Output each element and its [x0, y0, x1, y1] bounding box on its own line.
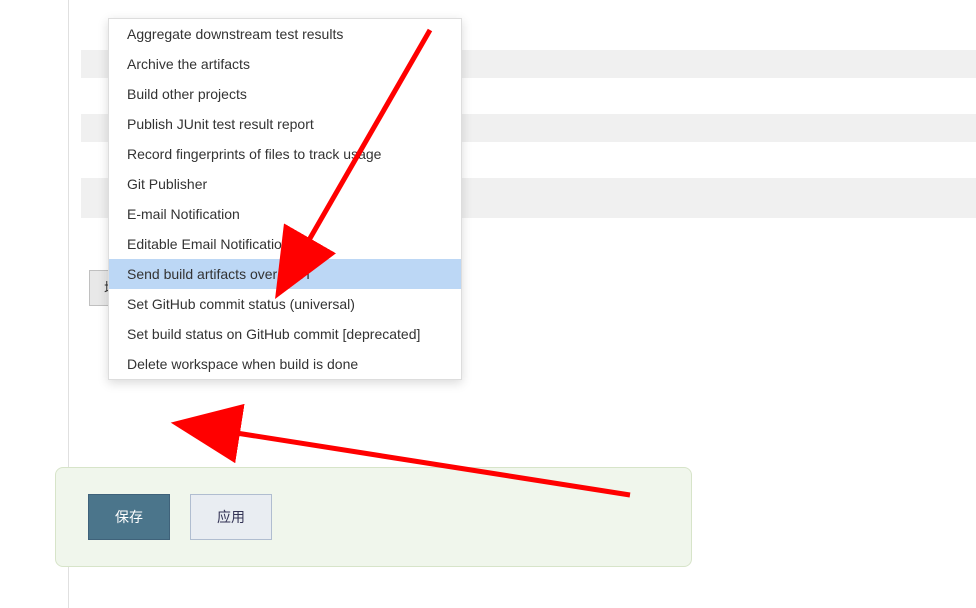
menu-item[interactable]: Set GitHub commit status (universal)	[109, 289, 461, 319]
menu-item[interactable]: Send build artifacts over SSH	[109, 259, 461, 289]
menu-item[interactable]: Set build status on GitHub commit [depre…	[109, 319, 461, 349]
post-build-actions-menu[interactable]: Aggregate downstream test resultsArchive…	[108, 18, 462, 380]
menu-item[interactable]: Aggregate downstream test results	[109, 19, 461, 49]
menu-item[interactable]: E-mail Notification	[109, 199, 461, 229]
footer-action-box: 保存 应用	[55, 467, 692, 567]
menu-item[interactable]: Delete workspace when build is done	[109, 349, 461, 379]
menu-item[interactable]: Archive the artifacts	[109, 49, 461, 79]
menu-item[interactable]: Record fingerprints of files to track us…	[109, 139, 461, 169]
save-button[interactable]: 保存	[88, 494, 170, 540]
menu-item[interactable]: Editable Email Notification	[109, 229, 461, 259]
menu-item[interactable]: Publish JUnit test result report	[109, 109, 461, 139]
menu-item[interactable]: Build other projects	[109, 79, 461, 109]
apply-button[interactable]: 应用	[190, 494, 272, 540]
menu-item[interactable]: Git Publisher	[109, 169, 461, 199]
